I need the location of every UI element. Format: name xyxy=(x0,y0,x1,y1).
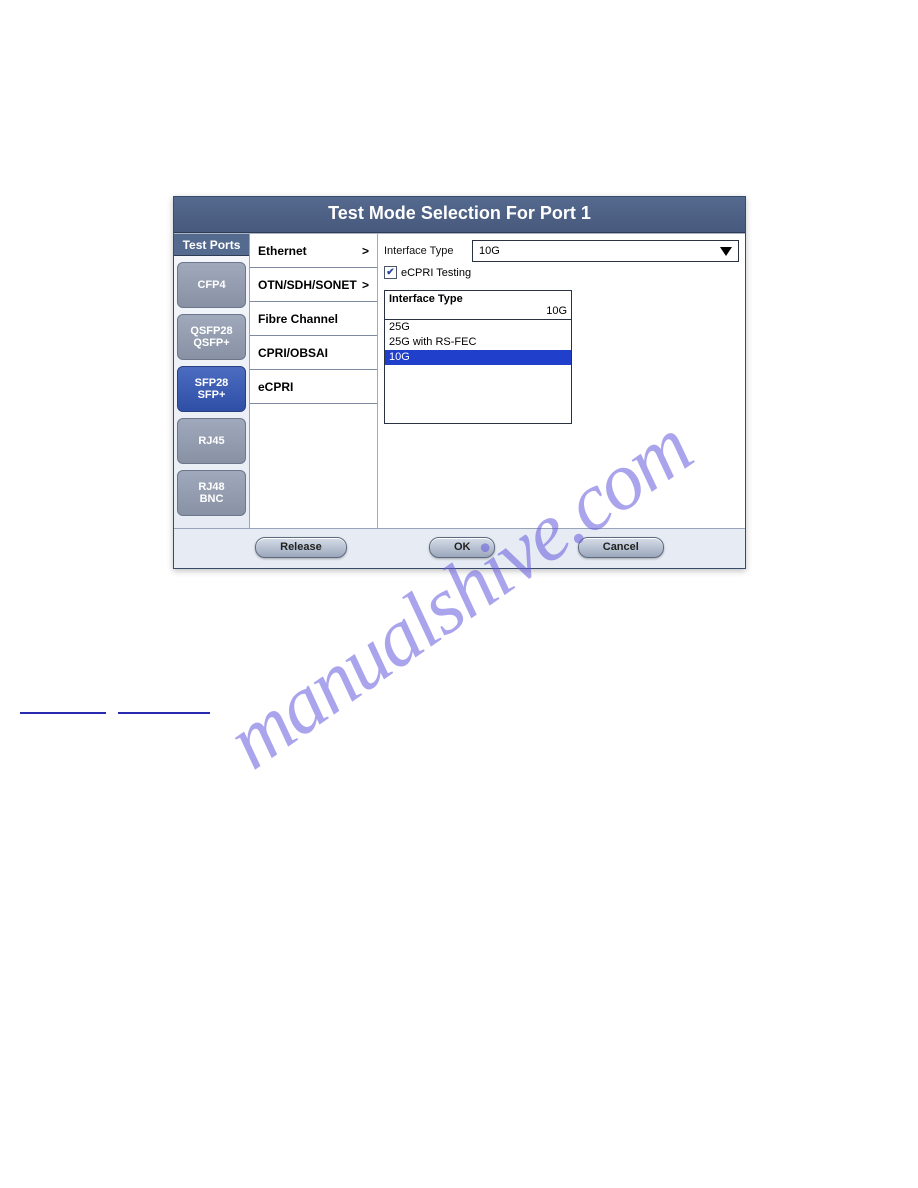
test-item-label: OTN/SDH/SONET xyxy=(258,278,357,292)
port-label: SFP28 xyxy=(195,377,229,389)
interface-type-dropdown: Interface Type 10G 25G 25G with RS-FEC 1… xyxy=(384,290,572,424)
interface-type-select[interactable]: 10G xyxy=(472,240,739,262)
ecpri-testing-label: eCPRI Testing xyxy=(401,267,471,279)
test-item-fibre-channel[interactable]: Fibre Channel xyxy=(250,302,377,336)
chevron-right-icon: > xyxy=(358,278,369,292)
port-button-rj48-bnc[interactable]: RJ48 BNC xyxy=(177,470,246,516)
dialog-window: Test Mode Selection For Port 1 Test Port… xyxy=(173,196,746,569)
port-button-cfp4[interactable]: CFP4 xyxy=(177,262,246,308)
dropdown-empty-area xyxy=(385,365,571,423)
port-sublabel: BNC xyxy=(200,493,224,505)
sidebar-header: Test Ports xyxy=(174,234,249,256)
test-item-label: Fibre Channel xyxy=(258,312,338,326)
ecpri-testing-checkbox[interactable]: ✔ eCPRI Testing xyxy=(384,266,739,279)
checkbox-icon: ✔ xyxy=(384,266,397,279)
test-mode-list: Ethernet > OTN/SDH/SONET > Fibre Channel… xyxy=(250,234,378,528)
dropdown-option-10g[interactable]: 10G xyxy=(385,350,571,365)
port-button-rj45[interactable]: RJ45 xyxy=(177,418,246,464)
port-sublabel: QSFP+ xyxy=(193,337,229,349)
test-item-label: CPRI/OBSAI xyxy=(258,346,328,360)
dialog-title: Test Mode Selection For Port 1 xyxy=(174,197,745,233)
test-item-ecpri[interactable]: eCPRI xyxy=(250,370,377,404)
dropdown-option-25g-rsfec[interactable]: 25G with RS-FEC xyxy=(385,335,571,350)
dropdown-current: 10G xyxy=(546,305,567,317)
port-button-sfp28[interactable]: SFP28 SFP+ xyxy=(177,366,246,412)
release-button[interactable]: Release xyxy=(255,537,347,558)
test-item-label: eCPRI xyxy=(258,380,293,394)
underline-decoration xyxy=(20,712,210,714)
port-label: RJ45 xyxy=(198,435,224,447)
ok-button[interactable]: OK xyxy=(429,537,496,558)
dialog-footer: Release OK Cancel xyxy=(174,528,745,568)
port-label: CFP4 xyxy=(197,279,225,291)
port-label: RJ48 xyxy=(198,481,224,493)
port-label: QSFP28 xyxy=(190,325,232,337)
port-sublabel: SFP+ xyxy=(198,389,226,401)
test-item-label: Ethernet xyxy=(258,244,307,258)
interface-type-label: Interface Type xyxy=(384,245,472,257)
port-sidebar: Test Ports CFP4 QSFP28 QSFP+ SFP28 SFP+ … xyxy=(174,234,250,528)
dropdown-option-25g[interactable]: 25G xyxy=(385,320,571,335)
dropdown-header: Interface Type xyxy=(389,293,463,305)
chevron-right-icon: > xyxy=(358,244,369,258)
chevron-down-icon xyxy=(720,247,732,256)
test-item-cpri-obsai[interactable]: CPRI/OBSAI xyxy=(250,336,377,370)
test-item-ethernet[interactable]: Ethernet > xyxy=(250,234,377,268)
cancel-button[interactable]: Cancel xyxy=(578,537,664,558)
test-item-otn[interactable]: OTN/SDH/SONET > xyxy=(250,268,377,302)
port-button-qsfp28[interactable]: QSFP28 QSFP+ xyxy=(177,314,246,360)
config-panel: Interface Type 10G ✔ eCPRI Testing Inter… xyxy=(378,234,745,528)
interface-type-value: 10G xyxy=(479,245,500,257)
